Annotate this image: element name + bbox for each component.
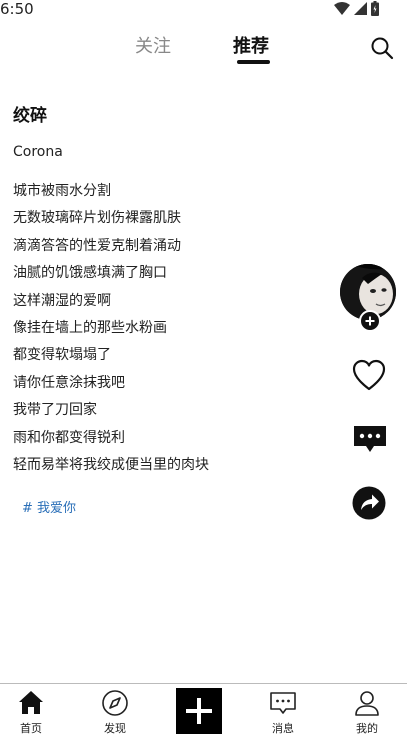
status-icons [334,1,379,16]
battery-icon [371,1,379,16]
top-tab-bar: 关注 推荐 [0,34,407,68]
heart-icon[interactable] [351,358,387,394]
author-avatar-button[interactable] [340,264,396,332]
search-icon[interactable] [370,36,394,60]
nav-messages-label: 消息 [272,722,294,734]
nav-discover[interactable]: 发现 [85,684,145,734]
nav-messages[interactable]: 消息 [253,684,313,734]
share-icon[interactable] [351,485,387,521]
hashtag-link[interactable]: # 我爱你 [22,497,76,516]
post-line: 雨和你都变得锐利 [13,429,125,446]
home-icon [19,691,43,714]
wifi-icon [334,2,350,15]
post-line: 油腻的饥饿感填满了胸口 [13,265,167,282]
message-icon [270,692,296,714]
follow-plus-icon[interactable] [359,310,381,332]
post-body: 城市被雨水分割 无数玻璃碎片划伤裸露肌肤 滴滴答答的性爱克制着涌动 油腻的饥饿感… [13,181,333,482]
post-author[interactable]: Corona [13,144,63,160]
status-time: 6:50 [0,0,34,18]
signal-icon [354,2,367,15]
post-line: 城市被雨水分割 [13,183,111,199]
plus-icon [186,698,212,724]
post-line: 像挂在墙上的那些水粉画 [13,319,167,336]
post-line: 轻而易举将我绞成便当里的肉块 [13,456,209,473]
bottom-nav: 首页 发现 消息 我的 [0,683,407,734]
nav-me-label: 我的 [356,722,378,734]
post-line: 无数玻璃碎片划伤裸露肌肤 [13,210,181,227]
post-title: 绞碎 [13,106,47,126]
post-line: 这样潮湿的爱啊 [13,292,111,309]
user-icon [355,691,379,716]
tab-recommend[interactable]: 推荐 [233,34,269,60]
nav-home[interactable]: 首页 [1,684,61,734]
tab-follow[interactable]: 关注 [135,34,171,60]
post-line: 请你任意涂抹我吧 [13,374,125,391]
publish-button[interactable] [176,688,222,734]
post-line: 我带了刀回家 [13,402,97,419]
status-bar: 6:50 [0,0,407,20]
nav-discover-label: 发现 [104,722,126,734]
post-line: 都变得软塌塌了 [13,347,111,364]
nav-home-label: 首页 [20,722,42,734]
post-line: 滴滴答答的性爱克制着涌动 [13,237,181,254]
comment-icon[interactable] [352,422,388,458]
active-tab-indicator [237,60,270,64]
nav-me[interactable]: 我的 [337,684,397,734]
compass-icon [102,690,128,716]
